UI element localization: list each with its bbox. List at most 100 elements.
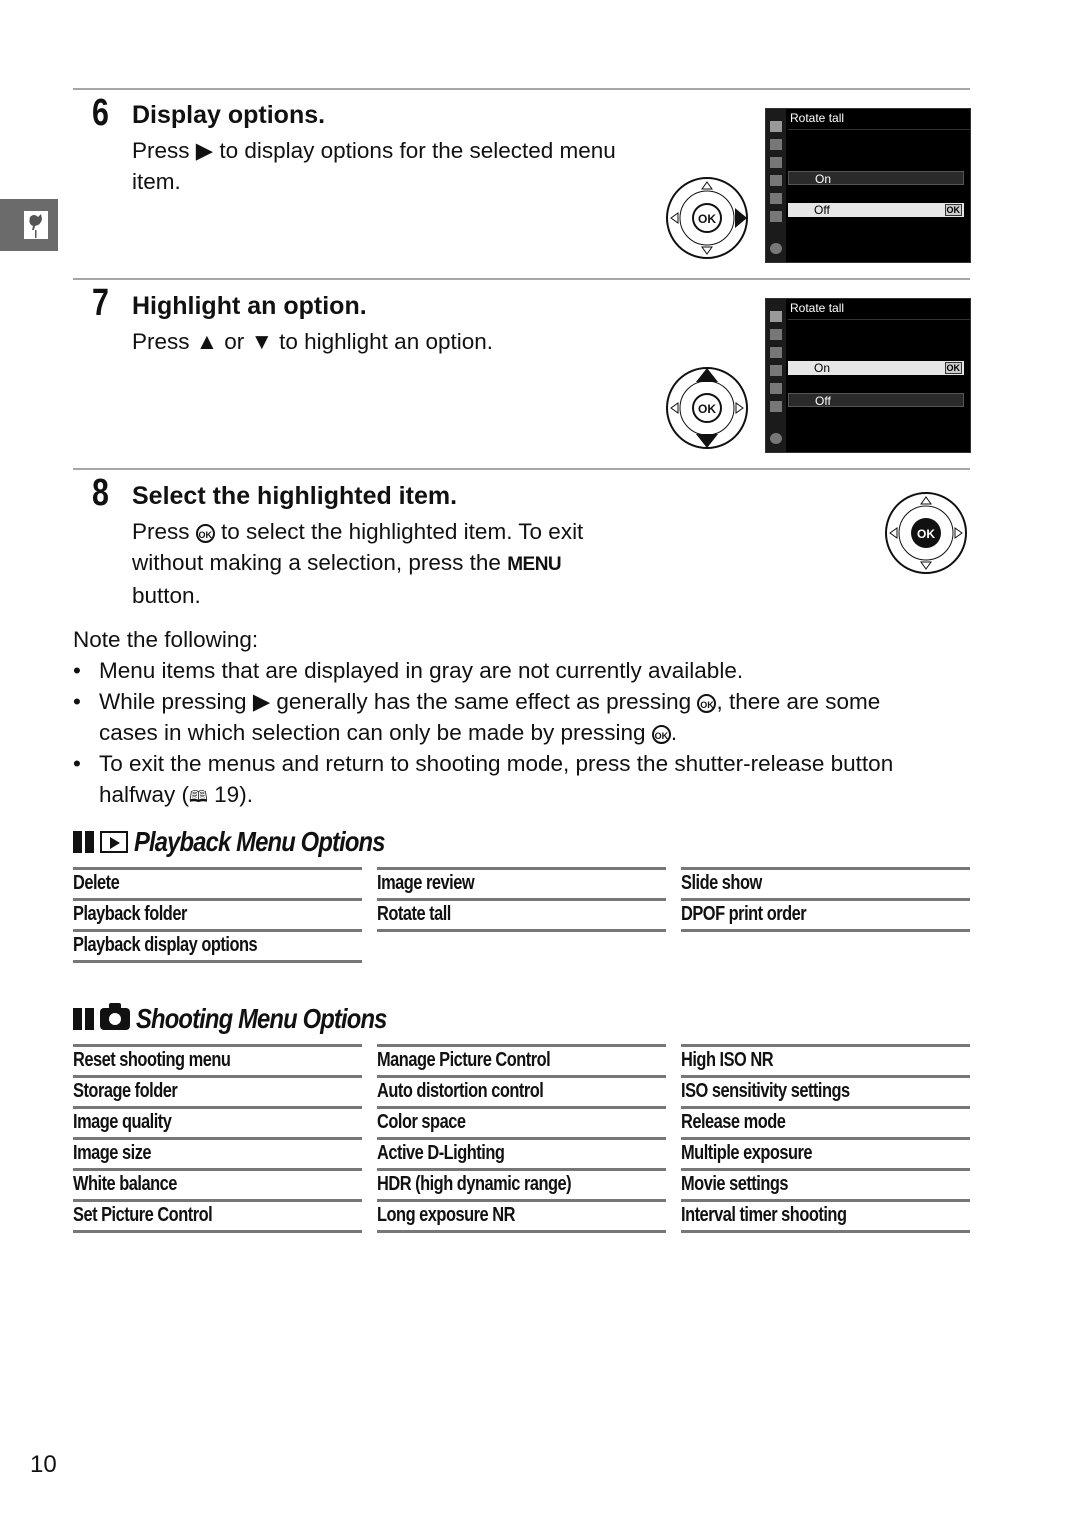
menu-button-label: MENU (507, 554, 562, 575)
divider (73, 278, 970, 280)
menu-column: High ISO NR ISO sensitivity settings Relea… (681, 1044, 970, 1233)
menu-option-item: Long exposure NR (377, 1199, 666, 1233)
menu-option-item: Auto distortion control (377, 1075, 666, 1106)
menu-column: Image review Rotate tall (377, 867, 666, 932)
bullet-icon: • (73, 751, 81, 776)
menu-option-item: Rotate tall (377, 898, 666, 932)
page-number: 10 (30, 1451, 57, 1478)
up-arrow-icon: ▲ (195, 329, 219, 354)
wrench-icon (770, 365, 782, 376)
notes-intro: Note the following: (73, 627, 259, 652)
pencil-icon (770, 157, 782, 168)
menu-option-item: Image quality (73, 1106, 362, 1137)
playback-icon (770, 121, 782, 132)
step-title: Display options. (132, 101, 326, 129)
menu-option-item: White balance (73, 1168, 362, 1199)
playback-icon (100, 831, 128, 853)
section-title: Playback Menu Options (134, 826, 385, 857)
option-off[interactable]: Off OK (788, 203, 964, 217)
note-item: To exit the menus and return to shooting… (99, 751, 894, 807)
right-arrow-icon: ▶ (195, 138, 214, 163)
bullet-icon: • (73, 658, 81, 683)
menu-option-item: Playback display options (73, 929, 362, 963)
pencil-icon (770, 347, 782, 358)
ok-label: OK (698, 402, 716, 416)
divider (73, 88, 970, 90)
multi-selector-dial[interactable]: OK (665, 366, 749, 450)
camera-screen: Rotate tall On OK Off (765, 298, 971, 453)
ok-badge: OK (944, 204, 962, 216)
menu-option-item: Release mode (681, 1106, 970, 1137)
step-number: 8 (92, 472, 109, 514)
step-number: 7 (92, 282, 109, 324)
wrench-icon (770, 175, 782, 186)
step-title: Select the highlighted item. (132, 482, 458, 510)
menu-option-item: Image size (73, 1137, 362, 1168)
menu-option-item: HDR (high dynamic range) (377, 1168, 666, 1199)
recent-icon (770, 401, 782, 412)
section-marker-icon (73, 831, 94, 853)
down-arrow-icon: ▼ (250, 329, 273, 354)
playback-section-heading: Playback Menu Options (73, 826, 429, 858)
menu-option-item: High ISO NR (681, 1044, 970, 1075)
menu-option-item: Interval timer shooting (681, 1199, 970, 1233)
menu-column: Manage Picture Control Auto distortion co… (377, 1044, 666, 1233)
section-title: Shooting Menu Options (136, 1003, 387, 1034)
menu-rail (766, 299, 786, 452)
step-number: 6 (92, 92, 109, 134)
menu-column: Delete Playback folder Playback display op… (73, 867, 362, 963)
menu-rail (766, 109, 786, 262)
recent-icon (770, 211, 782, 222)
playback-icon (770, 311, 782, 322)
step-body: Press ▲ or ▼ to highlight an option. (132, 329, 494, 354)
option-off[interactable]: Off (788, 393, 964, 408)
ok-button-icon: OK (195, 524, 215, 543)
ok-button-icon: OK (651, 725, 671, 744)
weathervane-icon (24, 211, 48, 239)
retouch-icon (770, 193, 782, 204)
screen-title: Rotate tall (790, 301, 845, 315)
menu-column: Slide show DPOF print order (681, 867, 970, 932)
menu-option-item: Storage folder (73, 1075, 362, 1106)
camera-screen: Rotate tall On Off OK (765, 108, 971, 263)
chapter-tab (0, 199, 58, 251)
retouch-icon (770, 383, 782, 394)
camera-icon (100, 1003, 130, 1030)
step-body: Press ▶ to display options for the selec… (132, 138, 616, 194)
screen-title: Rotate tall (790, 111, 845, 125)
step-title: Highlight an option. (132, 292, 367, 320)
ok-label: OK (698, 212, 716, 226)
menu-option-item: Slide show (681, 867, 970, 898)
note-item: Menu items that are displayed in gray ar… (99, 658, 744, 683)
ok-label: OK (917, 527, 935, 541)
menu-option-item: Manage Picture Control (377, 1044, 666, 1075)
menu-option-item: ISO sensitivity settings (681, 1075, 970, 1106)
menu-option-item: Playback folder (73, 898, 362, 929)
menu-option-item: Color space (377, 1106, 666, 1137)
right-arrow-icon: ▶ (252, 689, 271, 714)
shooting-section-heading: Shooting Menu Options (73, 1003, 431, 1035)
menu-option-item: Image review (377, 867, 666, 898)
menu-option-item: DPOF print order (681, 898, 970, 932)
step-body: Press OK to select the highlighted item.… (132, 519, 584, 608)
menu-option-item: Multiple exposure (681, 1137, 970, 1168)
section-marker-icon (73, 1008, 94, 1030)
ok-button-icon: OK (697, 694, 717, 713)
menu-option-item: Set Picture Control (73, 1199, 362, 1233)
option-on[interactable]: On (788, 171, 964, 186)
note-item: While pressing ▶ generally has the same … (99, 689, 881, 745)
multi-selector-dial[interactable]: OK (665, 176, 749, 260)
menu-option-item: Delete (73, 867, 362, 898)
menu-option-item: Reset shooting menu (73, 1044, 362, 1075)
multi-selector-dial[interactable]: OK (884, 491, 968, 575)
option-on[interactable]: On OK (788, 361, 964, 375)
bullet-icon: • (73, 689, 81, 714)
menu-column: Reset shooting menu Storage folder Image q… (73, 1044, 362, 1233)
help-icon (770, 243, 782, 254)
camera-icon (770, 139, 782, 150)
divider (73, 468, 970, 470)
help-icon (770, 433, 782, 444)
menu-option-item: Movie settings (681, 1168, 970, 1199)
book-reference-icon[interactable]: 🕮 (189, 789, 208, 806)
ok-badge: OK (944, 362, 962, 374)
